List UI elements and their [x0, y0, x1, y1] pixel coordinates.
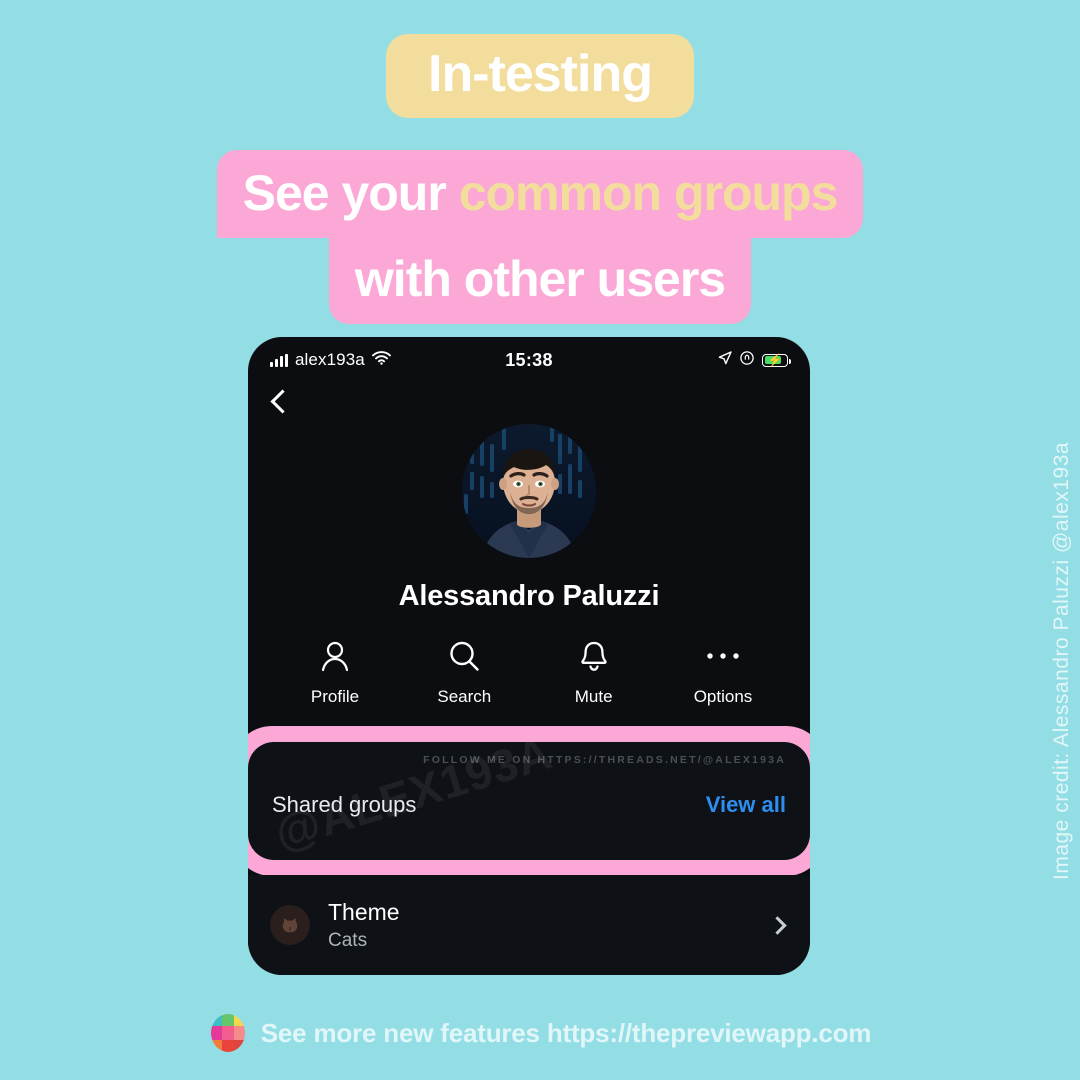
ellipsis-icon	[706, 639, 740, 673]
theme-row[interactable]: Theme Cats	[248, 875, 810, 975]
theme-title: Theme	[328, 898, 400, 925]
footer-text: See more new features https://thepreview…	[260, 1017, 872, 1048]
poster-canvas: In-testing See your common groups with o…	[0, 0, 1080, 1080]
theme-text: Theme Cats	[328, 899, 400, 952]
status-bar-right: ⚡	[718, 350, 791, 370]
wifi-icon	[371, 350, 391, 370]
action-profile-label: Profile	[310, 687, 360, 706]
footer: See more new features https://thepreview…	[0, 1012, 1080, 1054]
action-mute-label: Mute	[574, 687, 613, 706]
battery-charging-icon: ⚡	[762, 353, 791, 367]
location-arrow-icon	[718, 350, 732, 370]
phone-mockup: alex193a 15:38 ⚡ Alessandro Paluzzi Prof…	[248, 337, 810, 975]
theme-subtitle: Cats	[328, 929, 368, 951]
action-mute[interactable]: Mute	[551, 639, 637, 707]
shared-groups-label: Shared groups	[272, 792, 417, 817]
avatar-container	[248, 424, 810, 558]
shared-groups-card[interactable]: FOLLOW ME ON HTTPS://THREADS.NET/@ALEX19…	[248, 742, 810, 860]
shared-groups-row: Shared groups View all	[272, 792, 786, 818]
rotation-lock-icon	[740, 350, 754, 370]
watermark-top: FOLLOW ME ON HTTPS://THREADS.NET/@ALEX19…	[423, 754, 786, 766]
image-credit: Image credit: Alessandro Paluzzi @alex19…	[1050, 441, 1073, 880]
cat-icon	[270, 905, 310, 945]
bell-icon	[579, 639, 609, 673]
action-search-label: Search	[437, 687, 492, 706]
action-profile[interactable]: Profile	[292, 639, 378, 707]
view-all-link[interactable]: View all	[706, 792, 786, 818]
action-row: Profile Search Mute Options	[248, 613, 810, 707]
action-options-label: Options	[693, 687, 753, 706]
preview-app-logo-icon	[209, 1012, 247, 1054]
headline: See your common groups with other users	[0, 150, 1080, 324]
headline-line-2: with other users	[328, 236, 752, 324]
chevron-left-icon	[270, 389, 295, 414]
action-search[interactable]: Search	[421, 639, 507, 707]
carrier-label: alex193a	[295, 350, 365, 369]
action-options[interactable]: Options	[680, 639, 766, 707]
headline-line-1-text: See your	[242, 165, 459, 221]
person-icon	[320, 639, 350, 673]
shared-groups-highlight: FOLLOW ME ON HTTPS://THREADS.NET/@ALEX19…	[248, 726, 810, 876]
status-bar: alex193a 15:38 ⚡	[248, 337, 810, 377]
profile-name: Alessandro Paluzzi	[398, 580, 660, 612]
status-bar-left: alex193a	[270, 350, 391, 370]
search-icon	[448, 639, 480, 673]
avatar[interactable]	[462, 424, 596, 558]
headline-accent-text: common groups	[458, 165, 839, 221]
headline-line-1: See your common groups	[216, 150, 864, 238]
back-button[interactable]	[248, 377, 810, 414]
in-testing-badge: In-testing	[386, 34, 694, 118]
badge-container: In-testing	[0, 34, 1080, 118]
signal-bars-icon	[270, 353, 288, 367]
chevron-right-icon	[768, 915, 787, 935]
